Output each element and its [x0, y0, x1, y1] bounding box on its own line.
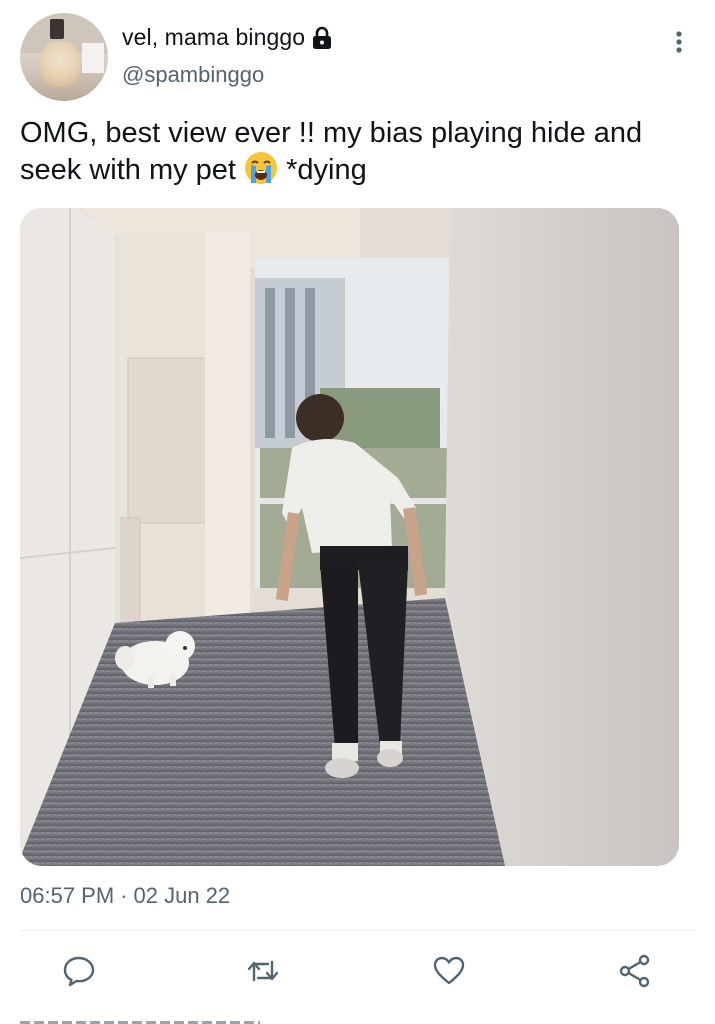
share-button[interactable] — [616, 952, 654, 990]
retweet-icon — [247, 960, 279, 982]
divider — [20, 930, 695, 931]
tweet-time: 06:57 PM — [20, 883, 115, 908]
loudly-crying-face-emoji — [245, 152, 278, 184]
heart-icon — [433, 956, 465, 985]
lock-icon — [313, 26, 332, 49]
display-name[interactable]: vel, mama binggo — [122, 24, 305, 51]
avatar[interactable] — [20, 13, 108, 101]
username[interactable]: @spambinggo — [122, 62, 264, 88]
reply-icon — [63, 956, 95, 987]
tweet-text-tail: *dying — [286, 154, 367, 186]
photo-scene — [20, 208, 679, 866]
author-name-row: vel, mama binggo — [122, 24, 333, 51]
tweet-text: OMG, best view ever !! my bias playing h… — [20, 116, 690, 188]
tweet-photo[interactable] — [20, 208, 679, 866]
share-icon — [619, 954, 650, 988]
next-item-clipped — [20, 1016, 280, 1024]
tweet-card: vel, mama binggo @spambinggo OMG, best v… — [0, 0, 715, 1024]
more-options-icon[interactable] — [668, 30, 690, 54]
reply-button[interactable] — [60, 952, 98, 990]
tweet-timestamp[interactable]: 06:57 PM · 02 Jun 22 — [20, 883, 230, 909]
retweet-button[interactable] — [244, 952, 282, 990]
tweet-date: 02 Jun 22 — [133, 883, 231, 908]
timestamp-separator: · — [120, 883, 128, 908]
like-button[interactable] — [430, 952, 468, 990]
